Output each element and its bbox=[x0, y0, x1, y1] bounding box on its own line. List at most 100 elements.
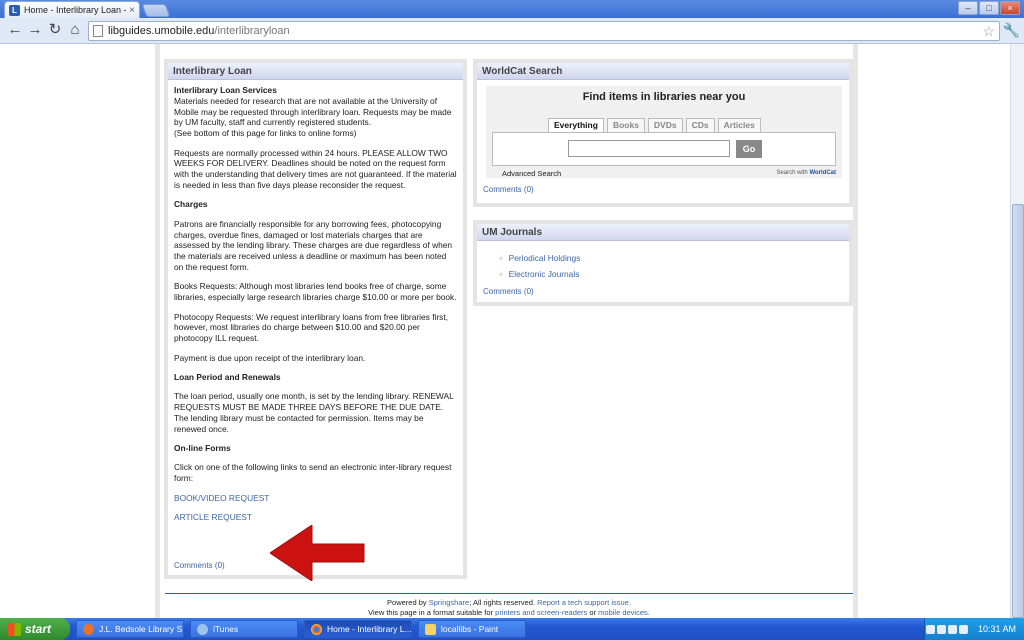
list-item: Electronic Journals bbox=[499, 267, 849, 283]
interlibrary-loan-box: Interlibrary Loan Interlibrary Loan Serv… bbox=[164, 59, 467, 579]
browser-tab[interactable]: L Home - Interlibrary Loan - Lib × bbox=[4, 1, 140, 18]
tab-everything[interactable]: Everything bbox=[548, 118, 604, 133]
tab-title: Home - Interlibrary Loan - Lib bbox=[24, 5, 126, 15]
tray-icon[interactable] bbox=[947, 624, 957, 634]
um-journals-box: UM Journals Periodical Holdings Electron… bbox=[473, 220, 853, 306]
start-label: start bbox=[25, 622, 52, 636]
view-format-text: View this page in a format suitable for bbox=[368, 607, 494, 617]
worldcat-search-input[interactable] bbox=[568, 140, 730, 157]
url-path: /interlibraryloan bbox=[214, 25, 290, 37]
periodical-holdings-link[interactable]: Periodical Holdings bbox=[509, 253, 581, 263]
close-window-button[interactable]: × bbox=[1000, 1, 1020, 15]
page-viewport: Interlibrary Loan Interlibrary Loan Serv… bbox=[0, 44, 1010, 618]
page-footer: Powered by Springshare; All rights reser… bbox=[165, 593, 853, 617]
worldcat-box-title: WorldCat Search bbox=[477, 63, 849, 80]
page-icon bbox=[93, 25, 103, 37]
minimize-button[interactable]: – bbox=[958, 1, 978, 15]
scrollbar-thumb[interactable] bbox=[1012, 204, 1024, 618]
tab-close-icon[interactable]: × bbox=[129, 5, 135, 16]
red-arrow-icon bbox=[270, 525, 365, 581]
loan-text: The loan period, usually one month, is s… bbox=[174, 391, 454, 434]
wrench-menu-icon[interactable]: 🔧 bbox=[1003, 21, 1020, 39]
tab-articles[interactable]: Articles bbox=[717, 118, 761, 132]
tray-icon[interactable] bbox=[936, 624, 946, 634]
task-label: iTunes bbox=[213, 624, 239, 634]
payment-text: Payment is due upon receipt of the inter… bbox=[174, 352, 366, 363]
task-chrome[interactable]: Home - Interlibrary L... bbox=[304, 620, 412, 638]
books-text: Books Requests: Although most libraries … bbox=[174, 281, 457, 303]
address-bar[interactable]: libguides.umobile.edu /interlibraryloan … bbox=[88, 21, 1000, 41]
electronic-journals-link[interactable]: Electronic Journals bbox=[509, 269, 580, 279]
or-text: or bbox=[589, 607, 597, 617]
processing-text: Requests are normally processed within 2… bbox=[174, 147, 457, 190]
tray-icon[interactable] bbox=[925, 624, 935, 634]
worldcat-tabs: Everything Books DVDs CDs Articles bbox=[548, 118, 761, 133]
system-tray: 10:31 AM bbox=[924, 618, 1024, 640]
advanced-search-link[interactable]: Advanced Search bbox=[502, 169, 561, 178]
firefox-icon bbox=[83, 623, 94, 635]
page-frame: Interlibrary Loan Interlibrary Loan Serv… bbox=[155, 44, 858, 618]
bookmark-star-icon[interactable]: ☆ bbox=[982, 22, 995, 40]
ill-content: Interlibrary Loan Services Materials nee… bbox=[168, 80, 463, 536]
journals-comments-link[interactable]: Comments (0) bbox=[483, 287, 849, 296]
browser-titlebar: L Home - Interlibrary Loan - Lib × – □ × bbox=[0, 0, 1024, 18]
vertical-scrollbar[interactable] bbox=[1010, 44, 1024, 618]
home-icon[interactable]: ⌂ bbox=[66, 21, 84, 39]
page-body: Interlibrary Loan Interlibrary Loan Serv… bbox=[160, 44, 853, 618]
printers-link[interactable]: printers and screen-readers bbox=[495, 608, 587, 617]
brand-prefix: Search with bbox=[776, 170, 808, 176]
services-note: (See bottom of this page for links to on… bbox=[174, 128, 357, 139]
chrome-icon bbox=[311, 623, 322, 635]
photocopy-text: Photocopy Requests: We request interlibr… bbox=[174, 311, 449, 344]
maximize-button[interactable]: □ bbox=[979, 1, 999, 15]
windows-taskbar: start J.L. Bedsole Library S... iTunes H… bbox=[0, 618, 1024, 640]
itunes-icon bbox=[197, 623, 208, 635]
task-library-site[interactable]: J.L. Bedsole Library S... bbox=[76, 620, 184, 638]
journals-box-title: UM Journals bbox=[477, 224, 849, 241]
charges-text: Patrons are financially responsible for … bbox=[174, 218, 453, 272]
mobile-devices-link[interactable]: mobile devices. bbox=[598, 608, 650, 617]
tab-cds[interactable]: CDs bbox=[685, 118, 715, 132]
forward-arrow-icon[interactable]: → bbox=[26, 21, 44, 39]
book-video-request-link[interactable]: BOOK/VIDEO REQUEST bbox=[174, 493, 269, 503]
springshare-link[interactable]: Springshare bbox=[429, 598, 469, 607]
loan-heading: Loan Period and Renewals bbox=[174, 371, 281, 382]
charges-heading: Charges bbox=[174, 199, 208, 210]
task-itunes[interactable]: iTunes bbox=[190, 620, 298, 638]
task-label: Home - Interlibrary L... bbox=[327, 624, 412, 634]
go-button[interactable]: Go bbox=[736, 140, 762, 158]
url-host: libguides.umobile.edu bbox=[108, 25, 215, 37]
ill-comments-link[interactable]: Comments (0) bbox=[174, 561, 225, 570]
back-arrow-icon[interactable]: ← bbox=[6, 21, 24, 39]
tab-dvds[interactable]: DVDs bbox=[647, 118, 683, 132]
tab-books[interactable]: Books bbox=[606, 118, 645, 132]
tray-icon[interactable] bbox=[958, 624, 968, 634]
window-controls: – □ × bbox=[958, 1, 1020, 15]
worldcat-search-box: WorldCat Search Find items in libraries … bbox=[473, 59, 853, 207]
reload-icon[interactable]: ↻ bbox=[46, 21, 64, 39]
services-heading: Interlibrary Loan Services bbox=[174, 85, 277, 95]
journals-list: Periodical Holdings Electronic Journals bbox=[499, 251, 849, 283]
worldcat-logo: WorldCat bbox=[809, 170, 836, 176]
task-paint[interactable]: locallibs - Paint bbox=[418, 620, 526, 638]
worldcat-search-panel: Go bbox=[492, 132, 836, 166]
ill-box-title: Interlibrary Loan bbox=[168, 63, 463, 80]
start-button[interactable]: start bbox=[0, 618, 70, 640]
powered-by-text: Powered by bbox=[387, 598, 427, 607]
list-item: Periodical Holdings bbox=[499, 251, 849, 267]
paint-icon bbox=[425, 623, 436, 635]
worldcat-comments-link[interactable]: Comments (0) bbox=[483, 185, 534, 194]
windows-logo-icon bbox=[8, 622, 21, 636]
clock[interactable]: 10:31 AM bbox=[978, 624, 1016, 634]
tray-icons bbox=[925, 624, 968, 634]
article-request-link[interactable]: ARTICLE REQUEST bbox=[174, 512, 252, 522]
task-label: J.L. Bedsole Library S... bbox=[99, 624, 184, 634]
new-tab-button[interactable] bbox=[141, 4, 171, 17]
forms-text: Click on one of the following links to s… bbox=[174, 462, 452, 484]
rights-text: ; All rights reserved. bbox=[469, 598, 536, 607]
worldcat-brand: Search with WorldCat bbox=[776, 170, 836, 176]
forms-heading: On-line Forms bbox=[174, 443, 231, 454]
worldcat-widget: Find items in libraries near you Everyth… bbox=[486, 86, 842, 178]
task-label: locallibs - Paint bbox=[441, 624, 499, 634]
report-issue-link[interactable]: Report a tech support issue. bbox=[537, 598, 631, 607]
